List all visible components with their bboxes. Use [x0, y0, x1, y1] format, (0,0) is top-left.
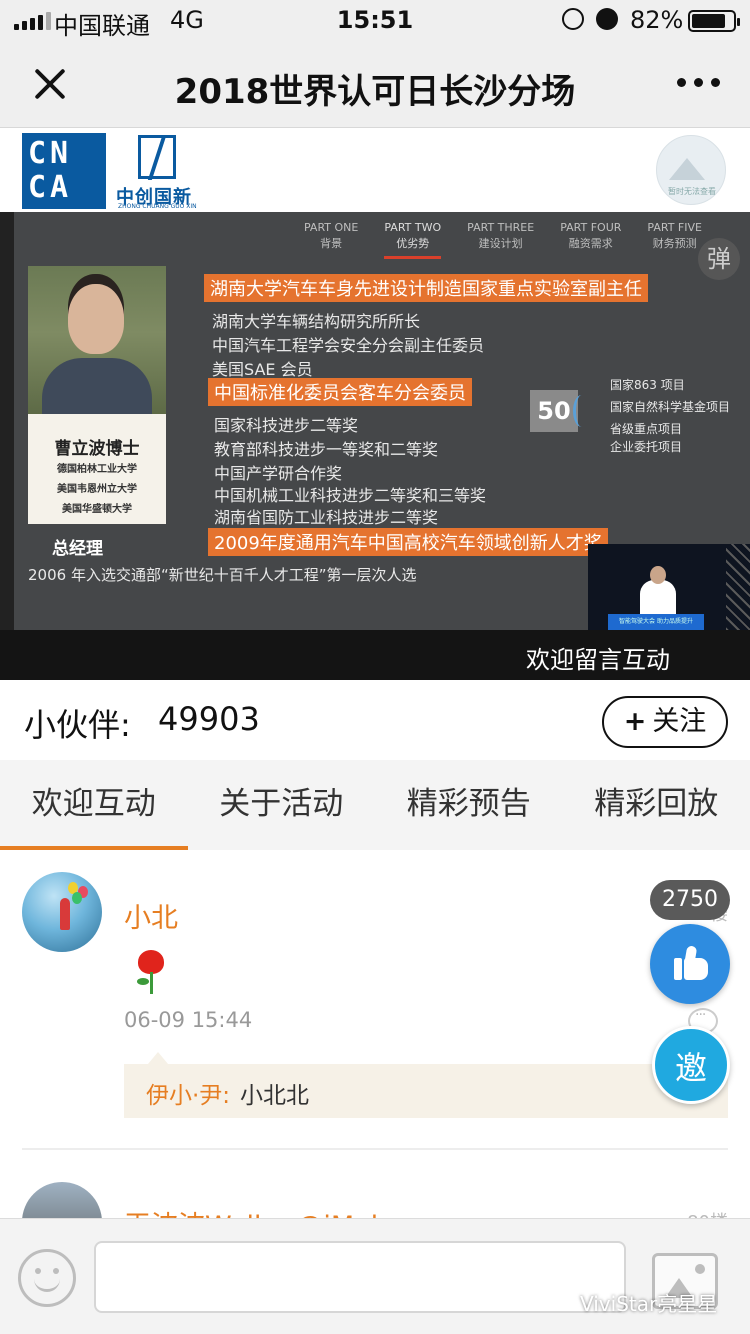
emoji-icon[interactable] — [18, 1249, 76, 1307]
avatar[interactable] — [22, 872, 102, 952]
slide-line: 美国SAE 会员 — [212, 360, 313, 379]
slide-highlight: 中国标准化委员会客车分会委员 — [208, 378, 472, 406]
comment-username[interactable]: 小北 — [124, 896, 178, 935]
slide-footnote: 2006 年入选交通部“新世纪十百千人才工程”第一层次人选 — [28, 566, 417, 584]
rose-emoji-icon — [132, 950, 172, 996]
slide-line: 中国汽车工程学会安全分会副主任委员 — [212, 336, 485, 355]
project-item: 企业委托项目 — [610, 440, 683, 454]
invite-button[interactable]: 邀 — [652, 1026, 730, 1104]
thumbs-up-icon — [674, 945, 708, 980]
slide-section-nav: PART ONE 背景 PART TWO 优劣势 PART THREE 建设计划 PA… — [304, 220, 702, 259]
like-button[interactable] — [650, 924, 730, 1004]
education-line: 美国韦恩州立大学 — [57, 484, 137, 495]
slide-part: PART THREE 建设计划 — [467, 221, 535, 250]
speaker-name: 曹立波博士 — [54, 439, 140, 459]
danmu-toggle-button[interactable]: 弹 — [698, 238, 740, 280]
like-count-badge: 2750 — [650, 880, 730, 920]
comment-list[interactable]: 小北 楼 06-09 15:44 伊小·尹: 小北北 王波波Walker@iMa… — [0, 850, 750, 1218]
comment-username[interactable]: 王波波Walker@iMaker — [124, 1204, 413, 1218]
education-line: 德国柏林工业大学 — [57, 464, 137, 475]
floor-number: 80楼 — [687, 1208, 728, 1218]
slide-part: PART FIVE 财务预测 — [647, 221, 702, 250]
slide-line: 教育部科技进步一等奖和二等奖 — [214, 440, 439, 459]
image-placeholder-icon: 暂时无法查看 — [656, 135, 726, 205]
slide-part: PART FOUR 融资需求 — [560, 221, 622, 250]
slide-highlight: 湖南大学汽车车身先进设计制造国家重点实验室副主任 — [204, 274, 648, 302]
sponsor-logo-strip: CN CA 中创国新 ZHONG CHUANG GUO XIN 暂时无法查看 — [0, 129, 750, 212]
avatar[interactable] — [22, 1182, 102, 1218]
comment-time: 06-09 15:44 — [124, 1008, 253, 1032]
slide-highlight: 2009年度通用汽车中国高校汽车领域创新人才奖 — [208, 528, 608, 556]
tab-bar: 欢迎互动 关于活动 精彩预告 精彩回放 — [0, 760, 750, 850]
slide-line: 湖南省国防工业科技进步二等奖 — [214, 508, 439, 527]
reply-text: 小北北 — [240, 1083, 309, 1109]
audience-row: 小伙伴: 49903 + 关注 — [0, 680, 750, 760]
alarm-icon — [596, 8, 618, 30]
slide-part-active: PART TWO 优劣势 — [384, 220, 442, 259]
close-icon[interactable] — [28, 62, 72, 106]
tab-interaction[interactable]: 欢迎互动 — [0, 760, 188, 850]
watermark: ViviStar亮星星 — [580, 1292, 718, 1316]
tab-replay[interactable]: 精彩回放 — [563, 760, 750, 850]
follow-button[interactable]: + 关注 — [602, 696, 728, 748]
speaker-portrait: 曹立波博士 德国柏林工业大学 美国韦恩州立大学 美国华盛顿大学 — [28, 266, 166, 524]
slide-line: 湖南大学车辆结构研究所所长 — [212, 312, 421, 331]
audience-count: 49903 — [158, 700, 260, 738]
battery-icon — [688, 10, 740, 32]
slide-part: PART ONE 背景 — [304, 221, 359, 250]
cnca-logo: CN CA — [22, 133, 106, 209]
comment-input[interactable] — [94, 1241, 626, 1313]
tab-preview[interactable]: 精彩预告 — [375, 760, 563, 850]
video-caption: 欢迎留言互动 — [526, 646, 670, 674]
rotation-lock-icon — [562, 8, 584, 30]
reply-username[interactable]: 伊小·尹: — [146, 1076, 230, 1110]
zhongchuang-logo: 中创国新 ZHONG CHUANG GUO XIN — [116, 135, 206, 210]
live-video-player[interactable]: PART ONE 背景 PART TWO 优劣势 PART THREE 建设计划 PA… — [0, 212, 750, 630]
tab-about[interactable]: 关于活动 — [188, 760, 376, 850]
battery-percent: 82% — [630, 6, 684, 34]
project-count: 50 — [530, 390, 578, 432]
speaker-camera-inset: 智能驾驶大会 助力品质提升 — [588, 544, 750, 630]
video-caption-bar: 欢迎留言互动 — [0, 630, 750, 680]
plus-icon: + — [623, 706, 647, 737]
audience-label: 小伙伴: — [24, 706, 131, 744]
podium-banner: 智能驾驶大会 助力品质提升 — [608, 614, 704, 630]
project-item: 国家863 项目 — [610, 378, 685, 392]
status-bar: 中国联通 4G 15:51 82% — [0, 0, 750, 40]
comment-divider — [22, 1148, 728, 1150]
more-icon[interactable] — [677, 78, 720, 87]
page-title: 2018世界认可日长沙分场 — [174, 72, 576, 112]
slide-line: 中国产学研合作奖 — [214, 464, 343, 483]
speaker-role: 总经理 — [52, 539, 103, 559]
speaker-photo — [28, 266, 166, 414]
slide-line: 中国机械工业科技进步二等奖和三等奖 — [214, 486, 487, 505]
nav-bar: 2018世界认可日长沙分场 — [0, 40, 750, 128]
education-line: 美国华盛顿大学 — [62, 504, 132, 515]
project-item: 省级重点项目 — [610, 422, 683, 436]
reply-box: 伊小·尹: 小北北 — [124, 1052, 728, 1118]
project-item: 国家自然科学基金项目 — [610, 400, 731, 414]
slide-line: 国家科技进步二等奖 — [214, 416, 359, 435]
